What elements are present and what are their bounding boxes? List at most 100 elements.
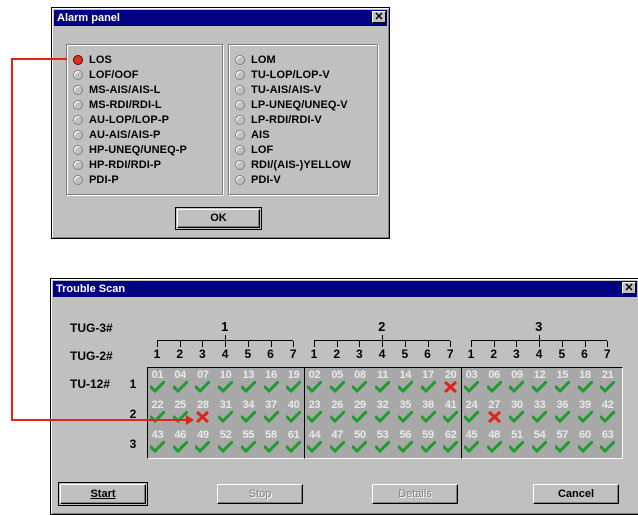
tu12-cell[interactable]: 55	[239, 429, 258, 455]
tu12-cell[interactable]: 23	[305, 399, 324, 425]
tu12-cell[interactable]: 22	[148, 399, 167, 425]
tu12-cell[interactable]: 19	[284, 369, 303, 395]
alarm-right-option-8[interactable]: PDI-V	[235, 173, 281, 186]
alarm-left-option-1[interactable]: LOF/OOF	[73, 68, 139, 81]
radio-button[interactable]	[73, 54, 83, 65]
ok-button[interactable]: OK	[175, 207, 262, 230]
radio-button[interactable]	[235, 69, 245, 80]
tu12-cell[interactable]: 38	[419, 399, 438, 425]
tu12-cell[interactable]: 50	[350, 429, 369, 455]
radio-button[interactable]	[73, 144, 83, 155]
tu12-cell[interactable]: 29	[350, 399, 369, 425]
tu12-cell[interactable]: 48	[485, 429, 504, 455]
tu12-cell[interactable]: 06	[485, 369, 504, 395]
alarm-right-option-5[interactable]: AIS	[235, 128, 270, 141]
cancel-button[interactable]: Cancel	[533, 484, 619, 504]
tu12-cell[interactable]: 47	[328, 429, 347, 455]
details-button[interactable]: Details	[372, 484, 458, 504]
tu12-cell[interactable]: 57	[553, 429, 572, 455]
tu12-cell[interactable]: 25	[171, 399, 190, 425]
start-button[interactable]: Start	[58, 482, 148, 506]
trouble-scan-close-icon[interactable]: ✕	[622, 282, 636, 294]
alarm-left-option-3[interactable]: MS-RDI/RDI-L	[73, 98, 162, 111]
tu12-cell[interactable]: 54	[530, 429, 549, 455]
trouble-scan-titlebar[interactable]: Trouble Scan	[53, 281, 637, 297]
radio-button[interactable]	[73, 84, 83, 95]
alarm-right-option-1[interactable]: TU-LOP/LOP-V	[235, 68, 330, 81]
tu12-cell[interactable]: 24	[462, 399, 481, 425]
tu12-cell[interactable]: 46	[171, 429, 190, 455]
stop-button[interactable]: Stop	[217, 484, 303, 504]
tu12-cell[interactable]: 63	[598, 429, 617, 455]
tu12-cell[interactable]: 05	[328, 369, 347, 395]
radio-button[interactable]	[235, 144, 245, 155]
tu12-cell[interactable]: 53	[373, 429, 392, 455]
tu12-cell[interactable]: 62	[441, 429, 460, 455]
tu12-cell[interactable]: 36	[553, 399, 572, 425]
radio-button[interactable]	[235, 174, 245, 185]
tu12-cell[interactable]: 26	[328, 399, 347, 425]
tu12-cell[interactable]: 08	[350, 369, 369, 395]
tu12-cell[interactable]: 42	[598, 399, 617, 425]
tu12-cell[interactable]: 18	[576, 369, 595, 395]
tu12-cell[interactable]: 17	[419, 369, 438, 395]
tu12-cell[interactable]: 51	[507, 429, 526, 455]
alarm-right-option-2[interactable]: TU-AIS/AIS-V	[235, 83, 321, 96]
tu12-cell[interactable]: 59	[419, 429, 438, 455]
radio-button[interactable]	[73, 159, 83, 170]
alarm-left-option-2[interactable]: MS-AIS/AIS-L	[73, 83, 160, 96]
radio-button[interactable]	[235, 159, 245, 170]
tu12-cell[interactable]: 61	[284, 429, 303, 455]
tu12-cell[interactable]: 15	[553, 369, 572, 395]
radio-button[interactable]	[235, 129, 245, 140]
tu12-cell[interactable]: 44	[305, 429, 324, 455]
radio-button[interactable]	[235, 84, 245, 95]
radio-button[interactable]	[73, 114, 83, 125]
tu12-cell[interactable]: 40	[284, 399, 303, 425]
radio-button[interactable]	[73, 174, 83, 185]
tu12-cell[interactable]: 49	[193, 429, 212, 455]
tu12-cell[interactable]: 35	[396, 399, 415, 425]
tu12-cell[interactable]: 60	[576, 429, 595, 455]
tu12-cell[interactable]: 13	[239, 369, 258, 395]
tu12-cell[interactable]: 28	[193, 399, 212, 425]
tu12-cell[interactable]: 32	[373, 399, 392, 425]
tu12-cell[interactable]: 34	[239, 399, 258, 425]
alarm-right-option-6[interactable]: LOF	[235, 143, 273, 156]
tu12-cell[interactable]: 16	[262, 369, 281, 395]
radio-button[interactable]	[235, 54, 245, 65]
tu12-cell[interactable]: 21	[598, 369, 617, 395]
alarm-panel-titlebar[interactable]: Alarm panel	[54, 10, 387, 26]
tu12-cell[interactable]: 09	[507, 369, 526, 395]
alarm-right-option-0[interactable]: LOM	[235, 53, 276, 66]
tu12-cell[interactable]: 37	[262, 399, 281, 425]
alarm-right-option-3[interactable]: LP-UNEQ/UNEQ-V	[235, 98, 348, 111]
tu12-cell[interactable]: 30	[507, 399, 526, 425]
radio-button[interactable]	[235, 99, 245, 110]
alarm-left-option-5[interactable]: AU-AIS/AIS-P	[73, 128, 160, 141]
alarm-left-option-8[interactable]: PDI-P	[73, 173, 119, 186]
alarm-panel-close-icon[interactable]: ✕	[372, 11, 386, 23]
tu12-cell[interactable]: 56	[396, 429, 415, 455]
tu12-cell[interactable]: 12	[530, 369, 549, 395]
tu12-cell[interactable]: 10	[216, 369, 235, 395]
tu12-cell[interactable]: 01	[148, 369, 167, 395]
tu12-cell[interactable]: 45	[462, 429, 481, 455]
radio-button[interactable]	[73, 129, 83, 140]
alarm-left-option-6[interactable]: HP-UNEQ/UNEQ-P	[73, 143, 187, 156]
alarm-left-option-4[interactable]: AU-LOP/LOP-P	[73, 113, 169, 126]
radio-button[interactable]	[73, 99, 83, 110]
tu12-cell[interactable]: 14	[396, 369, 415, 395]
tu12-cell[interactable]: 07	[193, 369, 212, 395]
alarm-right-option-7[interactable]: RDI/(AIS-)YELLOW	[235, 158, 351, 171]
tu12-cell[interactable]: 20	[441, 369, 460, 395]
tu12-cell[interactable]: 33	[530, 399, 549, 425]
alarm-left-option-7[interactable]: HP-RDI/RDI-P	[73, 158, 161, 171]
tu12-cell[interactable]: 31	[216, 399, 235, 425]
radio-button[interactable]	[235, 114, 245, 125]
tu12-cell[interactable]: 43	[148, 429, 167, 455]
tu12-cell[interactable]: 52	[216, 429, 235, 455]
tu12-cell[interactable]: 58	[262, 429, 281, 455]
tu12-cell[interactable]: 03	[462, 369, 481, 395]
tu12-cell[interactable]: 39	[576, 399, 595, 425]
